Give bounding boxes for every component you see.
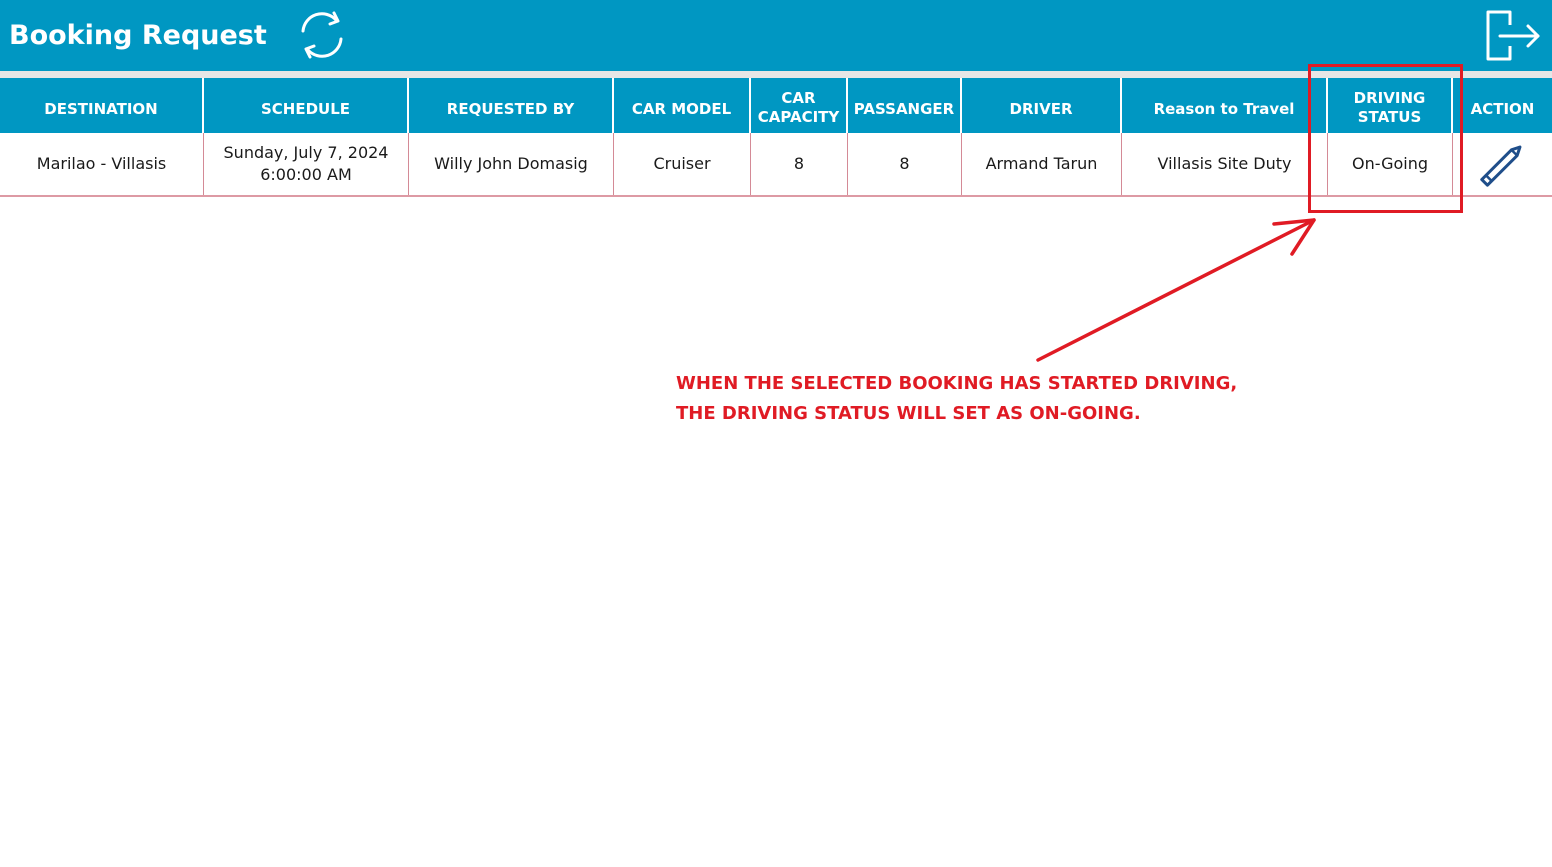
cell-car-model: Cruiser: [614, 133, 751, 195]
refresh-button[interactable]: [296, 10, 348, 60]
column-header-car-capacity: CAR CAPACITY: [751, 78, 848, 133]
cell-schedule: Sunday, July 7, 2024 6:00:00 AM: [204, 133, 409, 195]
cell-destination: Marilao - Villasis: [0, 133, 204, 195]
annotation-line-2: THE DRIVING STATUS WILL SET AS ON-GOING.: [676, 403, 1141, 424]
annotation-text: WHEN THE SELECTED BOOKING HAS STARTED DR…: [676, 369, 1296, 429]
edit-button[interactable]: [1472, 135, 1534, 193]
column-header-action: ACTION: [1470, 100, 1535, 118]
cell-car-capacity: 8: [751, 133, 848, 195]
cell-passanger: 8: [848, 133, 962, 195]
column-header-destination: DESTINATION: [0, 78, 204, 133]
page-title: Booking Request: [9, 20, 267, 51]
cell-action: [1453, 133, 1552, 195]
pencil-icon: [1479, 145, 1521, 187]
annotation-arrow: [1036, 218, 1316, 362]
logout-button[interactable]: [1484, 9, 1542, 63]
column-header-reason-to-travel: Reason to Travel: [1122, 78, 1328, 133]
column-header-driver: DRIVER: [962, 78, 1122, 133]
annotation-line-1: WHEN THE SELECTED BOOKING HAS STARTED DR…: [676, 373, 1238, 394]
cell-requested-by: Willy John Domasig: [409, 133, 614, 195]
header-bar: Booking Request: [0, 0, 1552, 71]
logout-icon: [1486, 10, 1540, 61]
cell-driver: Armand Tarun: [962, 133, 1122, 195]
column-header-schedule: SCHEDULE: [204, 78, 409, 133]
cell-reason-to-travel: Villasis Site Duty: [1122, 133, 1328, 195]
column-header-requested-by: REQUESTED BY: [409, 78, 614, 133]
booking-request-screen: Booking Request DESTINATION SCHEDULE REQ…: [0, 0, 1552, 867]
column-header-passanger: PASSANGER: [848, 78, 962, 133]
refresh-icon: [301, 11, 343, 59]
column-header-car-model: CAR MODEL: [614, 78, 751, 133]
annotation-highlight-box: [1308, 64, 1463, 213]
